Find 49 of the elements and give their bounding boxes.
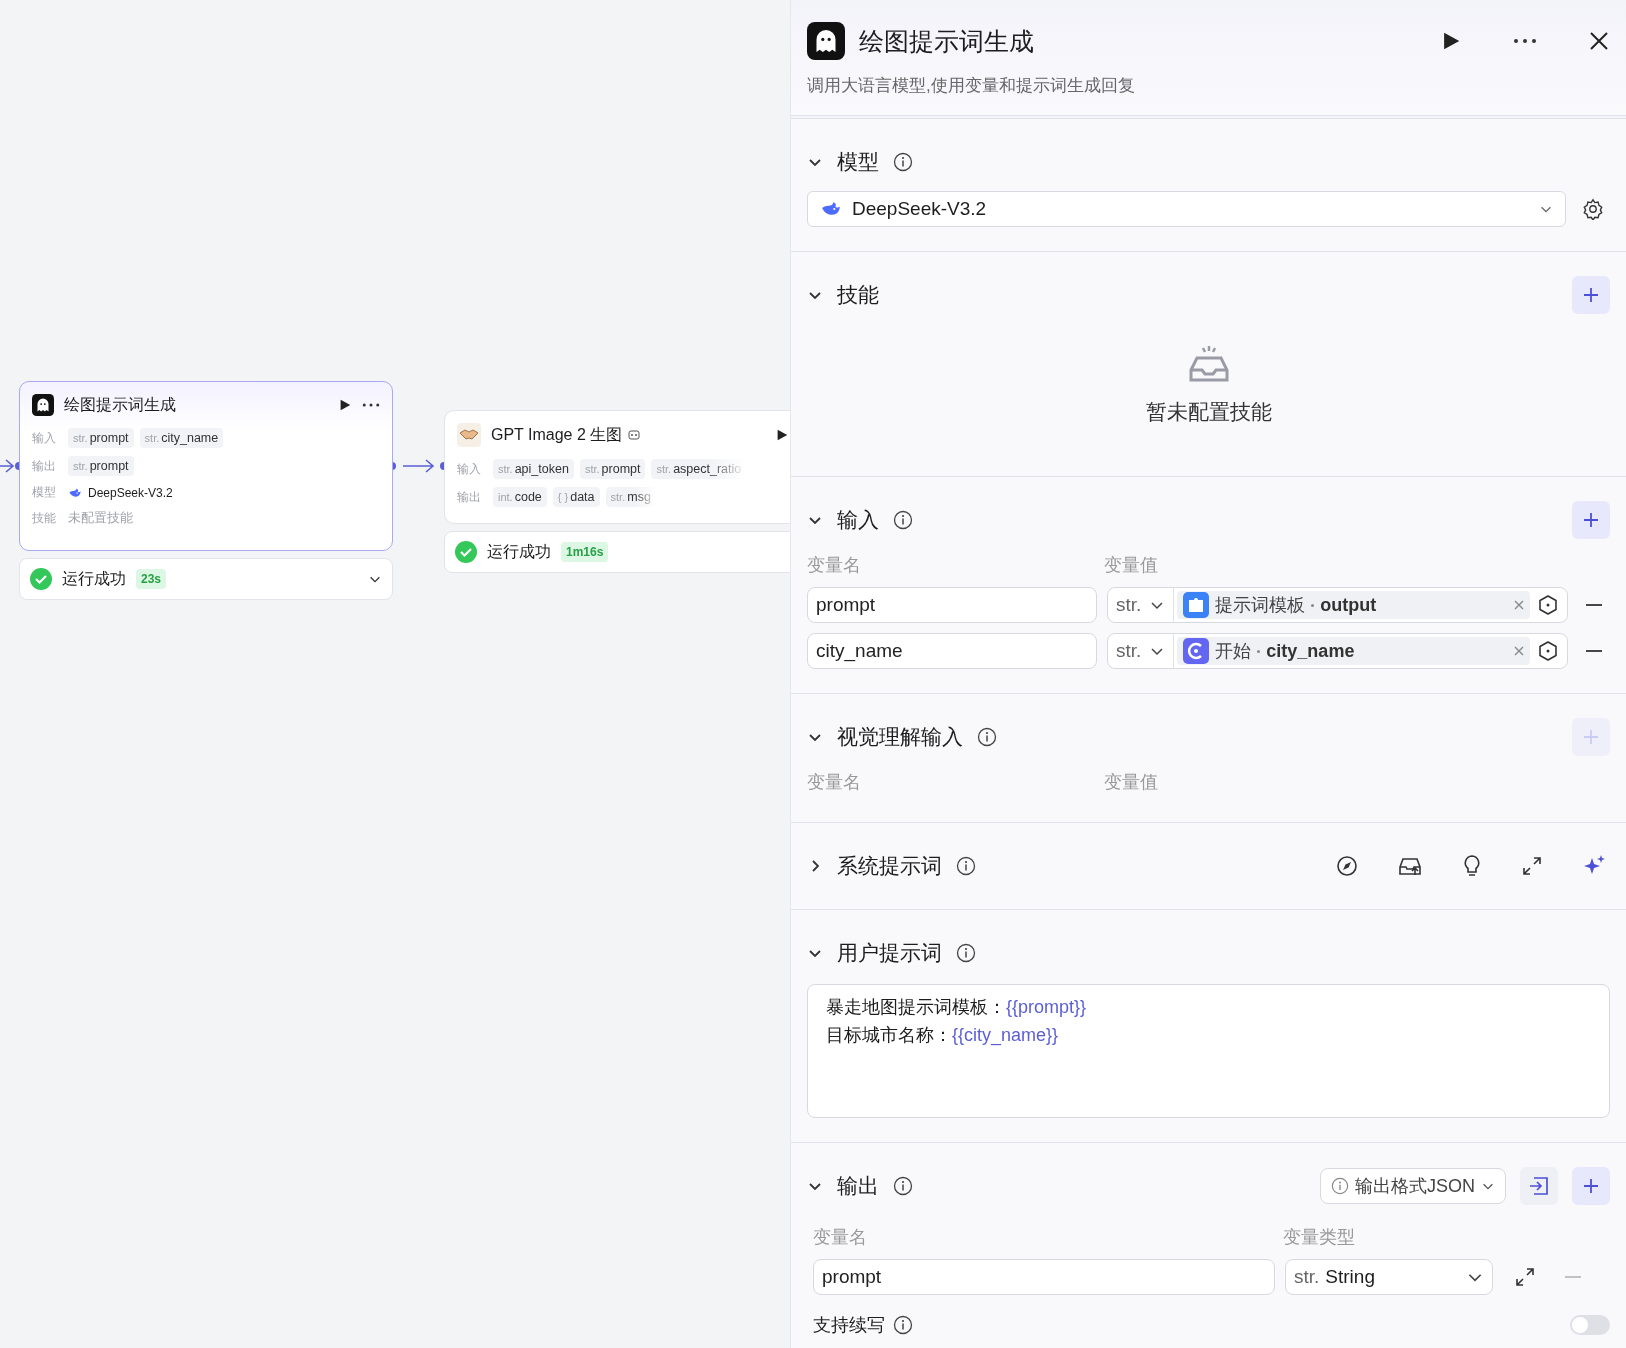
variable-tag: str. prompt (68, 428, 134, 448)
variable-tag: { } data (552, 487, 600, 507)
variable-tag: str. api_token (493, 459, 574, 479)
row-label: 输入 (457, 460, 482, 478)
type-select[interactable]: str. String (1285, 1259, 1493, 1295)
variable-value-field[interactable]: str. 开始 city_name (1107, 633, 1568, 669)
column-header: 变量类型 (1283, 1226, 1355, 1249)
column-header: 变量值 (1104, 771, 1158, 794)
panel-title: 绘图提示词生成 (859, 25, 1035, 57)
variable-value-field[interactable]: str. 提示词模板 output (1107, 587, 1568, 623)
row-label: 输出 (32, 457, 57, 475)
section-title: 用户提示词 (837, 940, 942, 966)
variable-tag: str. prompt (68, 456, 134, 476)
column-header: 变量值 (1104, 554, 1158, 577)
skills-text: 未配置技能 (68, 509, 133, 527)
duration-badge: 23s (136, 569, 167, 589)
variable-name-field[interactable]: prompt (813, 1259, 1275, 1295)
row-label: 输入 (32, 429, 57, 447)
panel-description: 调用大语言模型,使用变量和提示词生成回复 (807, 75, 1136, 97)
variable-tag: int. code (493, 487, 547, 507)
duration-badge: 1m16s (561, 542, 609, 562)
setting-label: 支持续写 (813, 1314, 885, 1337)
section-title: 模型 (837, 149, 879, 175)
status-text: 运行成功 (487, 541, 551, 562)
section-title: 技能 (837, 282, 879, 308)
section-title: 视觉理解输入 (837, 724, 963, 750)
row-label: 模型 (32, 484, 57, 501)
column-header: 变量名 (807, 554, 862, 577)
variable-name-field[interactable]: city_name (807, 633, 1097, 669)
workflow-node[interactable]: 绘图提示词生成 输入 str. prompt str. city_name 输出 str. prompt 模型 DeepSeek-V3.2 技能 未配置技能 (19, 381, 393, 551)
column-header: 变量名 (813, 1226, 868, 1249)
empty-message: 暂未配置技能 (1145, 399, 1272, 425)
node-title: GPT Image 2 生图 (491, 424, 623, 445)
row-label: 输出 (457, 488, 482, 506)
workflow-node[interactable]: GPT Image 2 生图 输入 str. api_token str. prompt str. aspect_ratio 输出 int. code { } data str. msg (444, 410, 790, 524)
variable-tag: str. city_name (139, 428, 224, 448)
section-title: 输出 (837, 1173, 879, 1199)
node-title: 绘图提示词生成 (64, 394, 176, 415)
variable-tag: str. prompt (579, 459, 646, 479)
model-name: DeepSeek-V3.2 (88, 485, 173, 500)
model-select[interactable]: DeepSeek-V3.2 (807, 191, 1566, 227)
prompt-editor[interactable]: 暴走地图提示词模板：{{prompt}} 目标城市名称：{{city_name}} (807, 984, 1610, 1118)
section-title: 输入 (837, 507, 879, 533)
row-label: 技能 (32, 509, 57, 527)
format-dropdown[interactable]: 输出格式JSON (1320, 1168, 1506, 1204)
status-text: 运行成功 (62, 568, 126, 589)
column-header: 变量名 (807, 771, 862, 794)
section-title: 系统提示词 (837, 853, 942, 879)
variable-name-field[interactable]: prompt (807, 587, 1097, 623)
